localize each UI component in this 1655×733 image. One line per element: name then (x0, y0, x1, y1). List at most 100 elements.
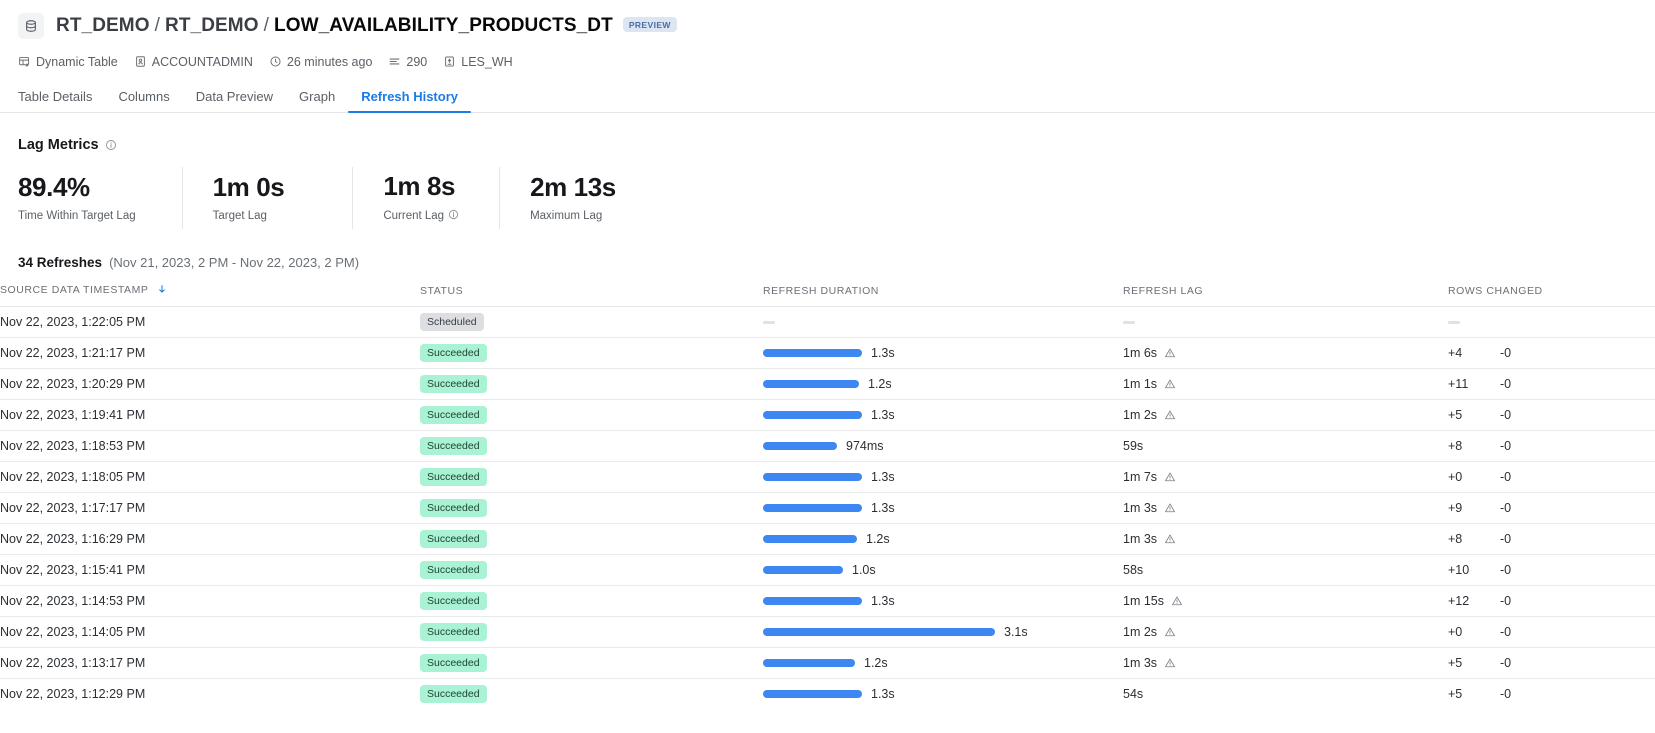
table-row[interactable]: Nov 22, 2023, 1:19:41 PM Succeeded 1.3s 1m … (0, 399, 1655, 431)
duration-cell: 1.0s (763, 563, 1123, 577)
duration-value: 1.2s (866, 532, 890, 546)
status-badge: Succeeded (420, 529, 487, 549)
duration-cell: 1.3s (763, 687, 1123, 701)
duration-value: 1.3s (871, 408, 895, 422)
lag-cell: 1m 2s (1123, 625, 1448, 639)
cell-rows-changed: +8 -0 (1448, 524, 1655, 555)
cell-refresh-lag: 1m 1s (1123, 369, 1448, 400)
tab-data-preview[interactable]: Data Preview (183, 90, 286, 112)
table-row[interactable]: Nov 22, 2023, 1:13:17 PM Succeeded 1.2s 1m … (0, 647, 1655, 679)
tab-table-details[interactable]: Table Details (18, 90, 105, 112)
cell-rows-changed: +5 -0 (1448, 400, 1655, 431)
column-header-status[interactable]: STATUS (420, 284, 763, 307)
rows-deleted-value: -0 (1500, 532, 1512, 546)
cell-status: Succeeded (420, 400, 763, 431)
cell-source-data-timestamp: Nov 22, 2023, 1:18:05 PM (0, 470, 146, 484)
lag-value: 59s (1123, 439, 1144, 453)
table-row[interactable]: Nov 22, 2023, 1:12:29 PM Succeeded 1.3s 54s… (0, 678, 1655, 710)
duration-bar (763, 473, 862, 481)
tab-refresh-history[interactable]: Refresh History (348, 90, 471, 113)
info-icon[interactable] (105, 139, 117, 151)
cell-rows-changed: +5 -0 (1448, 679, 1655, 710)
breadcrumb-schema[interactable]: RT_DEMO (165, 15, 259, 37)
cell-rows-changed: +11 -0 (1448, 369, 1655, 400)
cell-source-data-timestamp: Nov 22, 2023, 1:20:29 PM (0, 377, 146, 391)
warning-triangle-icon (1164, 409, 1176, 421)
cell-status: Succeeded (420, 338, 763, 369)
cell-refresh-duration: 1.3s (763, 493, 1123, 524)
cell-source-data-timestamp: Nov 22, 2023, 1:19:41 PM (0, 408, 146, 422)
cell-source-data-timestamp: Nov 22, 2023, 1:22:05 PM (0, 315, 146, 329)
meta-chip-row-count: 290 (388, 55, 427, 69)
tab-columns[interactable]: Columns (105, 90, 182, 112)
rows-changed-cell: +9 -0 (1448, 501, 1655, 515)
rows-added-value: +12 (1448, 594, 1470, 608)
breadcrumb-separator-1: / (154, 15, 160, 36)
table-row[interactable]: Nov 22, 2023, 1:16:29 PM Succeeded 1.2s 1m … (0, 523, 1655, 555)
cell-source-data-timestamp: Nov 22, 2023, 1:13:17 PM (0, 656, 146, 670)
metric-label: Time Within Target Lag (18, 210, 136, 222)
table-row[interactable]: Nov 22, 2023, 1:18:53 PM Succeeded 974ms 59… (0, 430, 1655, 462)
duration-value: 1.2s (868, 377, 892, 391)
column-header-rows-changed[interactable]: ROWS CHANGED (1448, 284, 1655, 307)
rows-added-value: +5 (1448, 687, 1463, 702)
lag-cell: 1m 6s (1123, 346, 1448, 360)
table-row[interactable]: Nov 22, 2023, 1:22:05 PM Scheduled (0, 306, 1655, 338)
column-header-refresh-lag[interactable]: REFRESH LAG (1123, 284, 1448, 307)
duration-value: 3.1s (1004, 625, 1028, 639)
duration-cell: 1.2s (763, 532, 1123, 546)
lag-metrics-row: 89.4% Time Within Target Lag 1m 0s Targe… (0, 167, 1655, 229)
metric-maximum-lag: 2m 13s Maximum Lag (500, 167, 650, 229)
metric-label: Maximum Lag (530, 210, 616, 222)
cell-status: Scheduled (420, 307, 763, 338)
rows-deleted-value: -0 (1500, 501, 1512, 515)
table-row[interactable]: Nov 22, 2023, 1:18:05 PM Succeeded 1.3s 1m … (0, 461, 1655, 493)
rows-deleted-value: -0 (1500, 594, 1512, 608)
rows-added-value: +0 (1448, 470, 1463, 484)
cell-source-data-timestamp: Nov 22, 2023, 1:18:53 PM (0, 439, 146, 453)
warehouse-icon (443, 55, 456, 68)
cell-refresh-duration: 1.0s (763, 555, 1123, 586)
tab-graph[interactable]: Graph (286, 90, 348, 112)
rows-added-value: +5 (1448, 408, 1463, 422)
lag-cell: 1m 3s (1123, 501, 1448, 515)
cell-refresh-duration: 1.2s (763, 369, 1123, 400)
cell-refresh-lag: 1m 2s (1123, 617, 1448, 648)
rows-deleted-value: -0 (1500, 563, 1512, 577)
cell-refresh-lag: 1m 6s (1123, 338, 1448, 369)
duration-cell: 1.3s (763, 346, 1123, 360)
info-icon[interactable] (448, 209, 459, 223)
duration-value: 1.3s (871, 470, 895, 484)
page-header: RT_DEMO / RT_DEMO / LOW_AVAILABILITY_PRO… (0, 0, 1655, 42)
warning-triangle-icon (1164, 378, 1176, 390)
metric-value: 2m 13s (530, 172, 616, 203)
breadcrumb-database[interactable]: RT_DEMO (56, 15, 150, 37)
table-row[interactable]: Nov 22, 2023, 1:21:17 PM Succeeded 1.3s 1m … (0, 337, 1655, 369)
metric-value: 1m 0s (212, 172, 285, 203)
meta-chip-warehouse: LES_WH (443, 55, 513, 69)
table-row[interactable]: Nov 22, 2023, 1:14:05 PM Succeeded 3.1s 1m … (0, 616, 1655, 648)
column-header-source-data-timestamp[interactable]: SOURCE DATA TIMESTAMP (0, 284, 420, 307)
duration-cell: 974ms (763, 439, 1123, 453)
meta-label-owner: ACCOUNTADMIN (151, 54, 253, 69)
rows-deleted-value: -0 (1500, 346, 1512, 360)
meta-chip-object-type: Dynamic Table (18, 55, 118, 69)
cell-refresh-duration: 1.3s (763, 586, 1123, 617)
warning-triangle-icon (1171, 595, 1183, 607)
cell-refresh-duration: 1.2s (763, 524, 1123, 555)
lag-metrics-header: Lag Metrics (0, 113, 1655, 153)
status-badge: Succeeded (420, 405, 487, 425)
warning-triangle-icon (1164, 533, 1176, 545)
warning-triangle-icon (1164, 502, 1176, 514)
table-row[interactable]: Nov 22, 2023, 1:14:53 PM Succeeded 1.3s 1m … (0, 585, 1655, 617)
table-row[interactable]: Nov 22, 2023, 1:17:17 PM Succeeded 1.3s 1m … (0, 492, 1655, 524)
cell-refresh-lag (1123, 307, 1448, 338)
status-badge: Succeeded (420, 343, 487, 363)
object-metadata-bar: Dynamic Table ACCOUNTADMIN 26 minutes ag… (0, 42, 1655, 72)
table-row[interactable]: Nov 22, 2023, 1:20:29 PM Succeeded 1.2s 1m … (0, 368, 1655, 400)
tab-bar: Table Details Columns Data Preview Graph… (0, 83, 1655, 113)
metric-value: 89.4% (18, 172, 90, 203)
table-row[interactable]: Nov 22, 2023, 1:15:41 PM Succeeded 1.0s 58s… (0, 554, 1655, 586)
dynamic-table-icon (18, 55, 31, 68)
column-header-refresh-duration[interactable]: REFRESH DURATION (763, 284, 1123, 307)
